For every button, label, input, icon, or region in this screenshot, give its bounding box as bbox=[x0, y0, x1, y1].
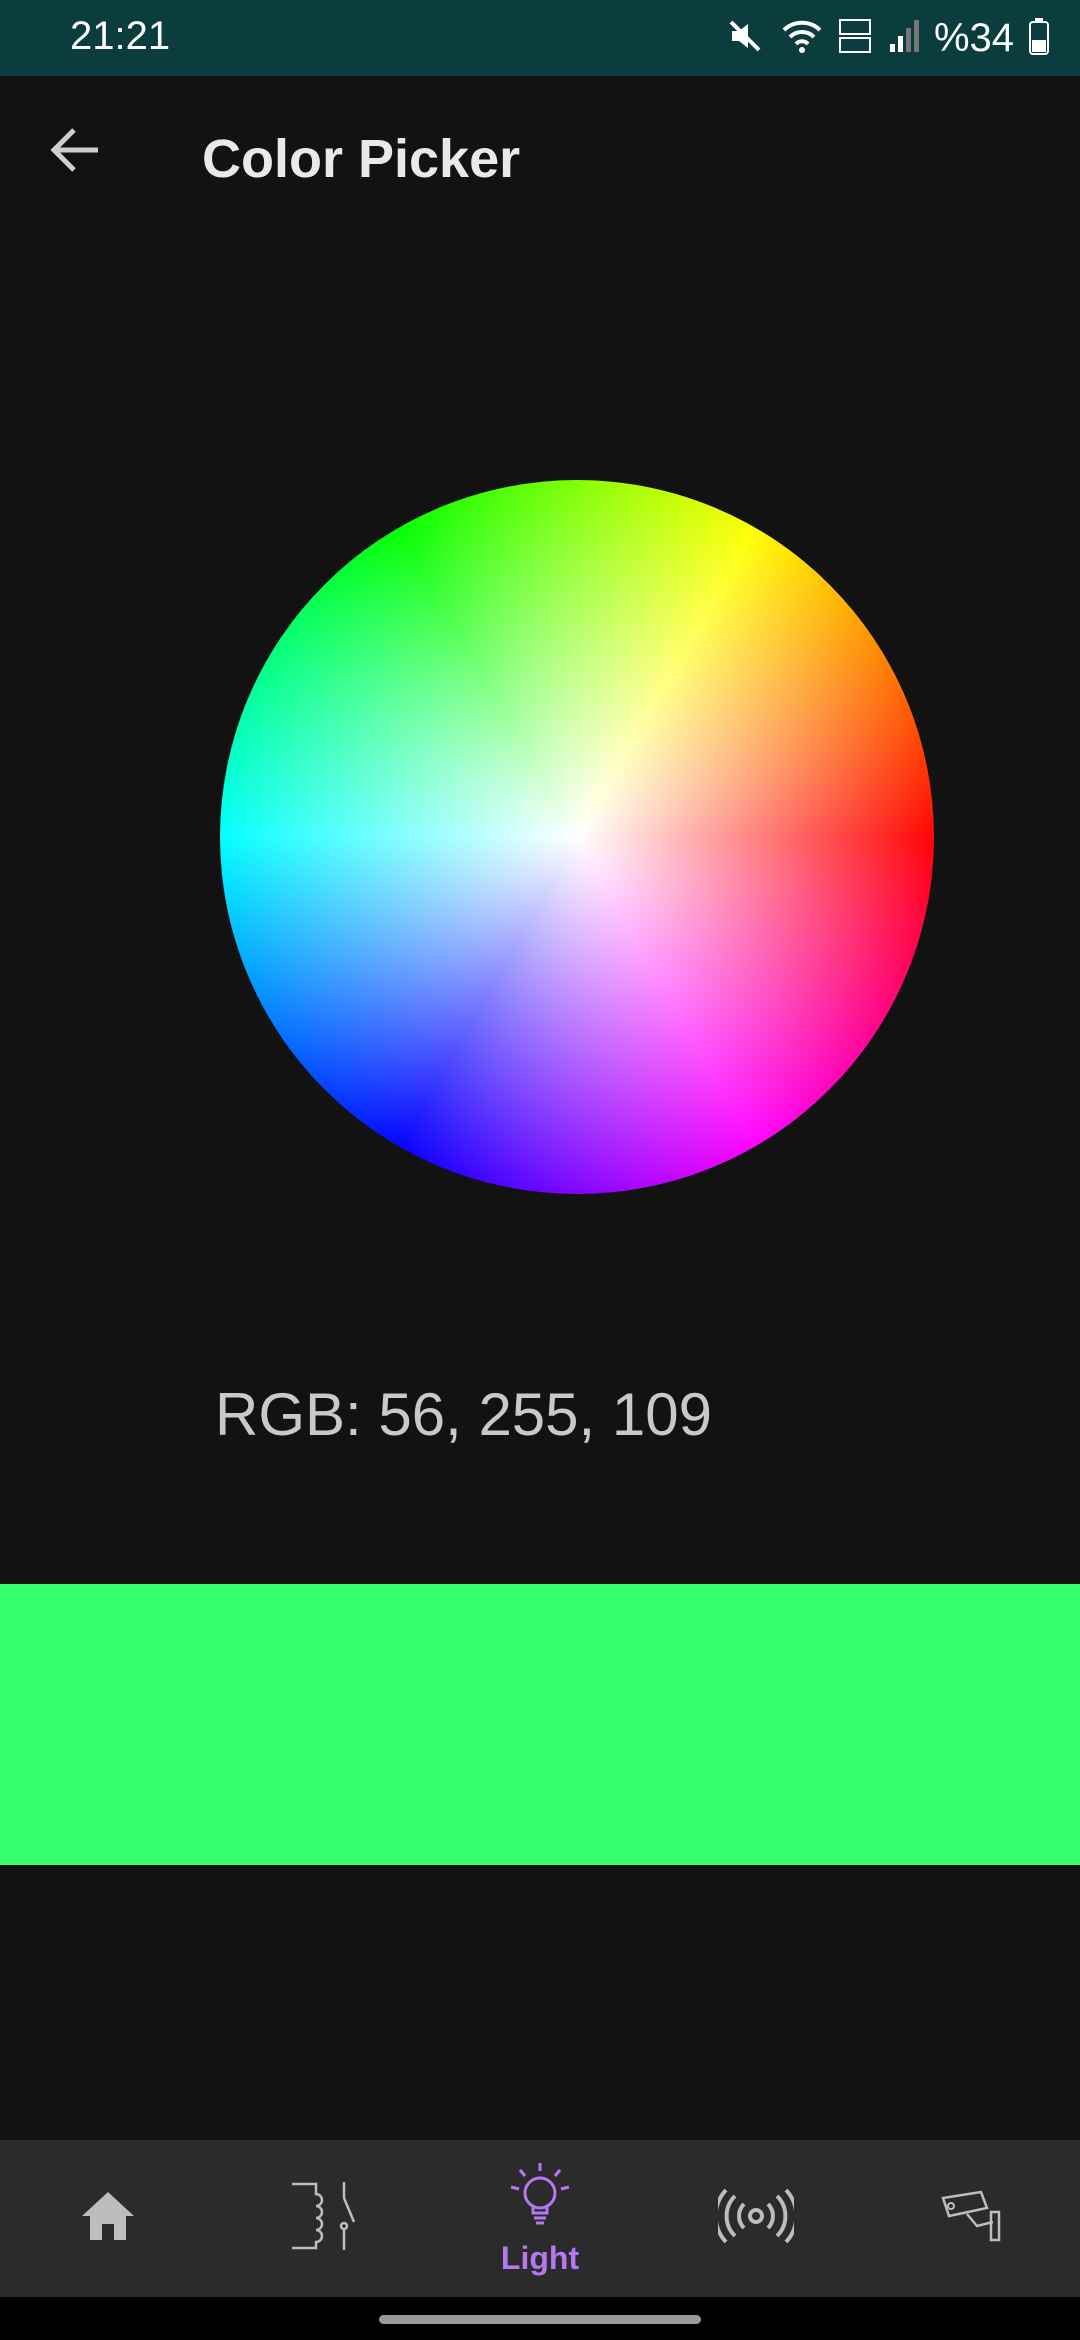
broadcast-icon bbox=[713, 2188, 799, 2249]
nav-item-relay[interactable] bbox=[216, 2140, 432, 2297]
relay-switch-icon bbox=[286, 2178, 362, 2259]
status-bar: 21:21 %34 bbox=[0, 0, 1080, 76]
app-bar: Color Picker bbox=[0, 76, 1080, 236]
nav-item-camera[interactable] bbox=[864, 2140, 1080, 2297]
volte-icon bbox=[838, 16, 874, 61]
home-icon bbox=[78, 2188, 138, 2249]
color-wheel[interactable] bbox=[220, 480, 934, 1194]
nav-item-broadcast[interactable] bbox=[648, 2140, 864, 2297]
battery-percent: %34 bbox=[933, 15, 1014, 60]
status-time: 21:21 bbox=[70, 14, 171, 58]
signal-icon bbox=[888, 16, 920, 61]
color-wheel-container bbox=[220, 480, 934, 1194]
selected-color-swatch bbox=[0, 1584, 1080, 1865]
nav-item-light[interactable]: Light bbox=[432, 2140, 648, 2297]
mute-icon bbox=[726, 16, 766, 61]
nav-item-home[interactable] bbox=[0, 2140, 216, 2297]
status-icons: %34 bbox=[726, 12, 1050, 64]
battery-icon bbox=[1028, 16, 1050, 61]
back-button[interactable] bbox=[40, 116, 112, 188]
page-title: Color Picker bbox=[202, 129, 521, 189]
home-indicator[interactable] bbox=[379, 2315, 701, 2324]
nav-label-light: Light bbox=[500, 2239, 580, 2276]
security-camera-icon bbox=[937, 2188, 1007, 2249]
back-arrow-icon bbox=[48, 122, 104, 183]
wifi-icon bbox=[780, 16, 824, 61]
rgb-readout: RGB: 56, 255, 109 bbox=[215, 1381, 712, 1448]
lightbulb-icon bbox=[508, 2161, 572, 2238]
bottom-navigation: Light bbox=[0, 2140, 1080, 2297]
gesture-navigation-area bbox=[0, 2297, 1080, 2340]
